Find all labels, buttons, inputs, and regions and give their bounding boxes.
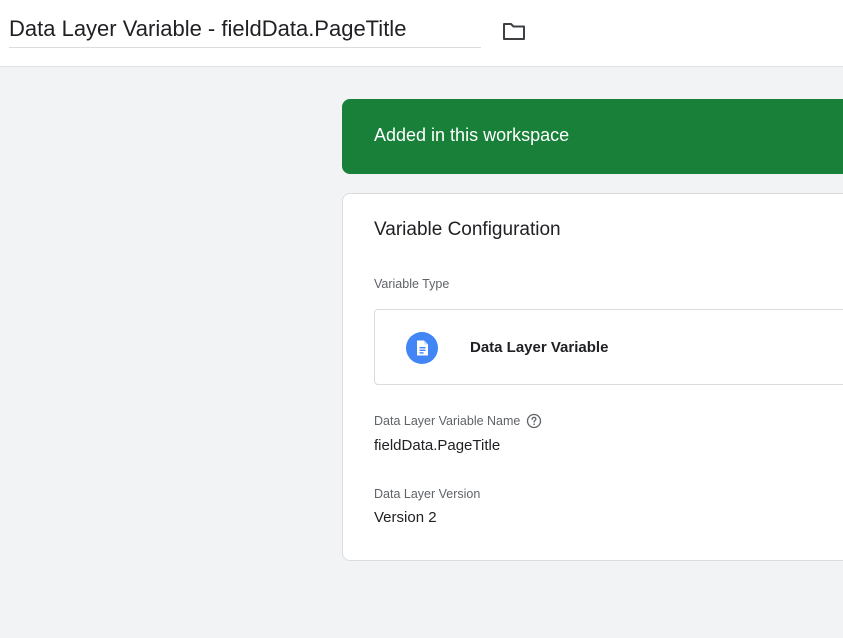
- variable-type-label: Variable Type: [374, 276, 449, 292]
- variable-name-value: fieldData.PageTitle: [374, 437, 501, 454]
- workspace-status-banner: Added in this workspace: [342, 99, 843, 174]
- help-icon[interactable]: [526, 413, 542, 429]
- data-layer-version-label: Data Layer Version: [374, 486, 480, 502]
- page-title[interactable]: Data Layer Variable - fieldData.PageTitl…: [9, 14, 481, 44]
- banner-text: Added in this workspace: [374, 125, 570, 145]
- data-layer-version-value: Version 2: [374, 509, 437, 526]
- variable-name-label: Data Layer Variable Name: [374, 413, 542, 429]
- title-field[interactable]: Data Layer Variable - fieldData.PageTitl…: [9, 14, 481, 48]
- folder-icon[interactable]: [500, 19, 528, 43]
- document-icon: [406, 332, 438, 364]
- header-bar: Data Layer Variable - fieldData.PageTitl…: [0, 0, 843, 67]
- variable-name-label-text: Data Layer Variable Name: [374, 414, 521, 428]
- variable-type-name: Data Layer Variable: [470, 339, 609, 356]
- card-title: Variable Configuration: [374, 219, 561, 240]
- data-layer-version-label-text: Data Layer Version: [374, 487, 481, 501]
- variable-type-label-text: Variable Type: [374, 277, 450, 291]
- variable-type-selector[interactable]: Data Layer Variable: [374, 309, 843, 385]
- variable-configuration-card: Variable Configuration Variable Type Dat…: [342, 193, 843, 561]
